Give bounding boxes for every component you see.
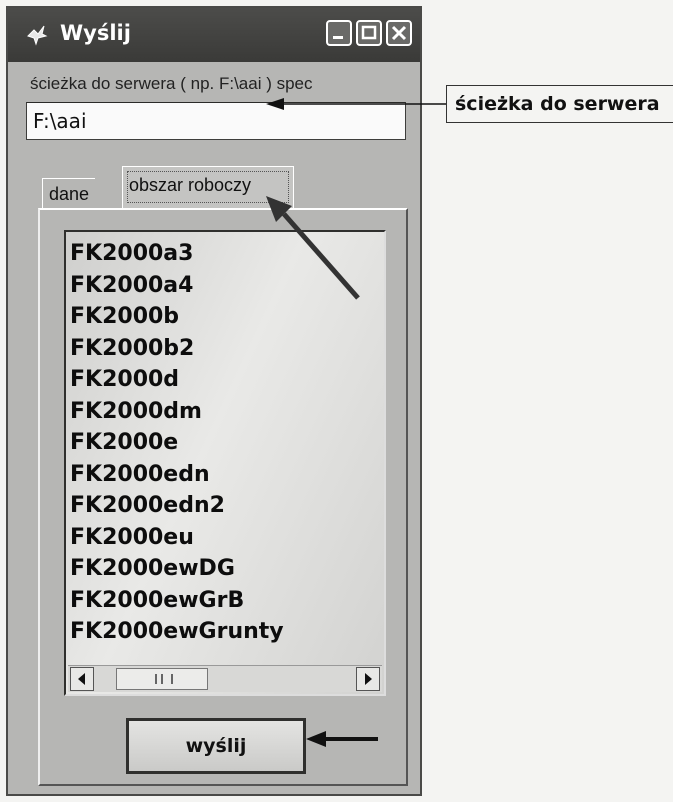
annotation-arrows bbox=[266, 98, 446, 747]
arrow-to-path-input bbox=[266, 98, 446, 110]
arrow-to-send-button bbox=[306, 731, 378, 747]
arrow-to-tab bbox=[266, 196, 360, 300]
